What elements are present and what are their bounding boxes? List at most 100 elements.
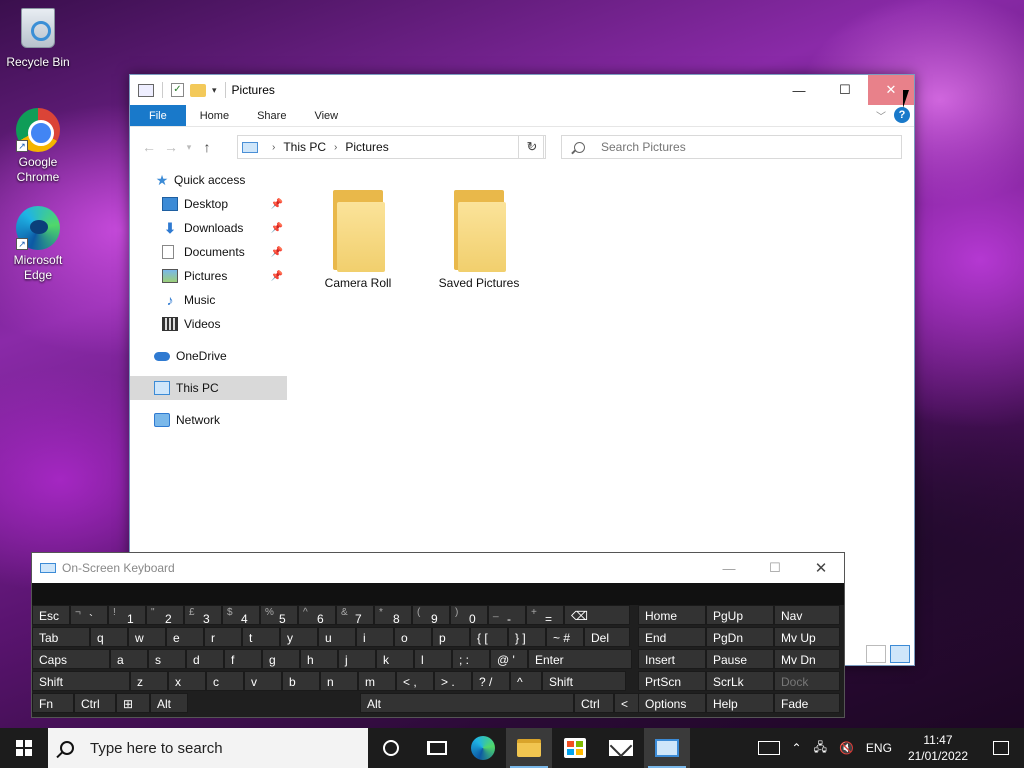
search-input[interactable]: [601, 140, 881, 154]
osk-key-p[interactable]: p: [432, 627, 470, 647]
tab-share[interactable]: Share: [243, 105, 300, 126]
osk-key-j[interactable]: j: [338, 649, 376, 669]
tab-view[interactable]: View: [300, 105, 352, 126]
clock[interactable]: 11:47 21/01/2022: [898, 732, 978, 764]
osk-key-symbol[interactable]: ^: [510, 671, 542, 691]
osk-key-symbol[interactable]: ; :: [452, 649, 490, 669]
osk-key-home[interactable]: Home: [638, 605, 706, 625]
osk-key-ctrl[interactable]: Ctrl: [74, 693, 116, 713]
network-tray-icon[interactable]: 🖧: [808, 738, 833, 759]
osk-key-y[interactable]: y: [280, 627, 318, 647]
refresh-button[interactable]: ↻: [518, 135, 546, 159]
osk-key-2[interactable]: " 2: [146, 605, 184, 625]
tab-file[interactable]: File: [130, 105, 186, 126]
osk-key-mv-up[interactable]: Mv Up: [774, 627, 840, 647]
breadcrumb-pictures[interactable]: Pictures: [345, 140, 388, 154]
osk-key-alt[interactable]: Alt: [150, 693, 188, 713]
osk-key-symbol[interactable]: ? /: [472, 671, 510, 691]
osk-key-m[interactable]: m: [358, 671, 396, 691]
taskbar-edge[interactable]: [460, 728, 506, 768]
osk-key-symbol[interactable]: > .: [434, 671, 472, 691]
osk-key-symbol[interactable]: < ,: [396, 671, 434, 691]
osk-key-w[interactable]: w: [128, 627, 166, 647]
properties-icon[interactable]: ✓: [171, 83, 184, 97]
osk-key-7[interactable]: & 7: [336, 605, 374, 625]
volume-muted-icon[interactable]: 🔇: [833, 741, 860, 755]
osk-key-prtscn[interactable]: PrtScn: [638, 671, 706, 691]
osk-key-c[interactable]: c: [206, 671, 244, 691]
osk-key-fn[interactable]: Fn: [32, 693, 74, 713]
up-arrow-icon[interactable]: ↑: [196, 139, 218, 155]
osk-key-dock[interactable]: Dock: [774, 671, 840, 691]
osk-key-r[interactable]: r: [204, 627, 242, 647]
pin-icon[interactable]: 📌: [271, 223, 283, 234]
osk-key-k[interactable]: k: [376, 649, 414, 669]
desktop-icon-recycle-bin[interactable]: Recycle Bin: [0, 8, 76, 70]
nav-network[interactable]: Network: [130, 408, 287, 432]
pin-icon[interactable]: 📌: [271, 199, 283, 210]
osk-key-d[interactable]: d: [186, 649, 224, 669]
osk-key-9[interactable]: (9: [412, 605, 450, 625]
pin-icon[interactable]: 📌: [271, 271, 283, 282]
osk-key-alt[interactable]: Alt: [360, 693, 574, 713]
osk-key-u[interactable]: u: [318, 627, 356, 647]
taskbar-store[interactable]: [552, 728, 598, 768]
osk-key-pgdn[interactable]: PgDn: [706, 627, 774, 647]
customize-qat-icon[interactable]: ▾: [212, 85, 217, 96]
cortana-button[interactable]: [368, 728, 414, 768]
nav-this-pc[interactable]: This PC: [130, 376, 287, 400]
osk-key-end[interactable]: End: [638, 627, 706, 647]
osk-key-1[interactable]: ! 1: [108, 605, 146, 625]
osk-key-pgup[interactable]: PgUp: [706, 605, 774, 625]
help-icon[interactable]: ?: [894, 107, 910, 123]
desktop-icon-chrome[interactable]: ↗ Google Chrome: [0, 108, 76, 185]
osk-key-4[interactable]: $4: [222, 605, 260, 625]
osk-key-n[interactable]: n: [320, 671, 358, 691]
osk-key-g[interactable]: g: [262, 649, 300, 669]
osk-key-i[interactable]: i: [356, 627, 394, 647]
osk-key-h[interactable]: h: [300, 649, 338, 669]
folder-saved-pictures[interactable]: Saved Pictures: [424, 190, 534, 290]
osk-key-o[interactable]: o: [394, 627, 432, 647]
osk-minimize-button[interactable]: —: [706, 553, 752, 583]
osk-key-3[interactable]: £3: [184, 605, 222, 625]
osk-key-options[interactable]: Options: [638, 693, 706, 713]
large-icons-view-icon[interactable]: [890, 645, 910, 663]
nav-item-documents[interactable]: Documents 📌: [130, 240, 287, 264]
action-center-button[interactable]: [978, 728, 1024, 768]
show-hidden-icons-button[interactable]: ⌃: [786, 741, 808, 755]
osk-key-ctrl[interactable]: Ctrl: [574, 693, 614, 713]
nav-quick-access[interactable]: ★ Quick access: [130, 168, 287, 192]
osk-key-pause[interactable]: Pause: [706, 649, 774, 669]
osk-key-tab[interactable]: Tab: [32, 627, 90, 647]
osk-key-q[interactable]: q: [90, 627, 128, 647]
osk-key-symbol[interactable]: ⊞: [116, 693, 150, 713]
back-arrow-icon[interactable]: ←: [138, 139, 160, 155]
new-folder-icon[interactable]: [190, 83, 206, 97]
taskbar-file-explorer[interactable]: [506, 728, 552, 768]
touch-keyboard-button[interactable]: [752, 741, 786, 755]
search-box[interactable]: [561, 135, 902, 159]
folder-camera-roll[interactable]: Camera Roll: [303, 190, 413, 290]
osk-close-button[interactable]: ✕: [798, 553, 844, 583]
expand-ribbon-icon[interactable]: ﹀: [876, 108, 886, 123]
osk-key-scrlk[interactable]: ScrLk: [706, 671, 774, 691]
pin-icon[interactable]: 📌: [271, 247, 283, 258]
osk-key-8[interactable]: * 8: [374, 605, 412, 625]
osk-key-x[interactable]: x: [168, 671, 206, 691]
minimize-button[interactable]: —: [776, 75, 822, 105]
osk-key-f[interactable]: f: [224, 649, 262, 669]
osk-key-e[interactable]: e: [166, 627, 204, 647]
desktop-icon-edge[interactable]: ↗ Microsoft Edge: [0, 206, 76, 283]
nav-item-pictures[interactable]: Pictures 📌: [130, 264, 287, 288]
osk-key-del[interactable]: Del: [584, 627, 630, 647]
osk-key-symbol[interactable]: { [: [470, 627, 508, 647]
osk-key-l[interactable]: l: [414, 649, 452, 669]
osk-key-t[interactable]: t: [242, 627, 280, 647]
taskbar-search-box[interactable]: Type here to search: [48, 728, 368, 768]
osk-key-fade[interactable]: Fade: [774, 693, 840, 713]
osk-key-caps[interactable]: Caps: [32, 649, 110, 669]
osk-key-nav[interactable]: Nav: [774, 605, 840, 625]
details-view-icon[interactable]: [866, 645, 886, 663]
breadcrumb-this-pc[interactable]: This PC: [283, 140, 326, 154]
